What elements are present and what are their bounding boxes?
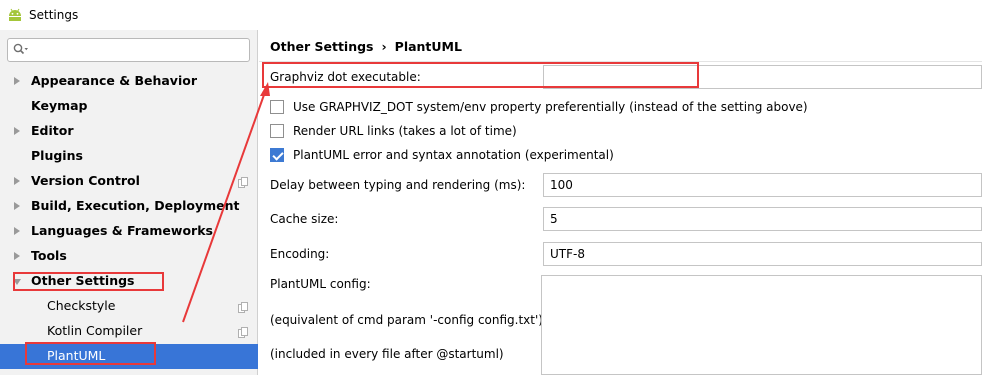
settings-sidebar: Appearance & Behavior Keymap Editor Plug… xyxy=(0,30,258,375)
sidebar-item-languages[interactable]: Languages & Frameworks xyxy=(0,219,258,244)
breadcrumb-parent[interactable]: Other Settings xyxy=(270,39,374,54)
syntax-annotation-checkbox[interactable] xyxy=(270,148,284,162)
expand-arrow-icon[interactable] xyxy=(14,127,20,135)
plantuml-config-label: PlantUML config: xyxy=(270,277,371,291)
expand-arrow-icon[interactable] xyxy=(14,227,20,235)
sidebar-item-label: Tools xyxy=(31,248,67,263)
checkbox-label: PlantUML error and syntax annotation (ex… xyxy=(293,148,614,162)
encoding-label: Encoding: xyxy=(270,247,330,261)
checkbox-label: Render URL links (takes a lot of time) xyxy=(293,124,517,138)
sidebar-item-label: Plugins xyxy=(31,148,83,163)
sidebar-item-label: Kotlin Compiler xyxy=(47,323,143,338)
sidebar-item-keymap[interactable]: Keymap xyxy=(0,94,258,119)
annotation-highlight-plantuml xyxy=(25,342,156,365)
use-env-property-option[interactable]: Use GRAPHVIZ_DOT system/env property pre… xyxy=(270,100,808,114)
config-hint-startuml: (included in every file after @startuml) xyxy=(270,347,504,361)
checkbox-label: Use GRAPHVIZ_DOT system/env property pre… xyxy=(293,100,808,114)
sidebar-item-label: Languages & Frameworks xyxy=(31,223,213,238)
breadcrumb-separator: › xyxy=(381,39,387,54)
sidebar-item-label: Editor xyxy=(31,123,74,138)
sidebar-item-build[interactable]: Build, Execution, Deployment xyxy=(0,194,258,219)
delay-label: Delay between typing and rendering (ms): xyxy=(270,178,526,192)
sidebar-item-label: Appearance & Behavior xyxy=(31,73,197,88)
breadcrumb-current: PlantUML xyxy=(394,39,462,54)
use-env-property-checkbox[interactable] xyxy=(270,100,284,114)
render-url-links-option[interactable]: Render URL links (takes a lot of time) xyxy=(270,124,517,138)
expand-arrow-icon[interactable] xyxy=(14,77,20,85)
copy-icon xyxy=(238,326,248,338)
delay-field[interactable]: 100 xyxy=(543,173,982,197)
sidebar-item-label: Keymap xyxy=(31,98,88,113)
sidebar-item-label: Checkstyle xyxy=(47,298,116,313)
search-field[interactable] xyxy=(7,38,250,62)
window-title: Settings xyxy=(29,8,79,22)
config-hint-cmd: (equivalent of cmd param '-config config… xyxy=(270,313,543,327)
sidebar-item-label: Build, Execution, Deployment xyxy=(31,198,240,213)
sidebar-item-kotlin-compiler[interactable]: Kotlin Compiler xyxy=(0,319,258,344)
syntax-annotation-option[interactable]: PlantUML error and syntax annotation (ex… xyxy=(270,148,614,162)
plantuml-config-textarea[interactable] xyxy=(541,275,982,375)
sidebar-item-version-control[interactable]: Version Control xyxy=(0,169,258,194)
search-input[interactable] xyxy=(32,41,242,59)
cache-size-label: Cache size: xyxy=(270,212,339,226)
expand-arrow-icon[interactable] xyxy=(14,202,20,210)
sidebar-item-plugins[interactable]: Plugins xyxy=(0,144,258,169)
sidebar-item-editor[interactable]: Editor xyxy=(0,119,258,144)
sidebar-item-label: Version Control xyxy=(31,173,140,188)
annotation-highlight-other-settings xyxy=(13,272,164,291)
breadcrumb: Other Settings › PlantUML xyxy=(270,39,462,54)
encoding-field[interactable]: UTF-8 xyxy=(543,242,982,266)
render-url-links-checkbox[interactable] xyxy=(270,124,284,138)
android-icon xyxy=(7,8,23,22)
sidebar-item-tools[interactable]: Tools xyxy=(0,244,258,269)
expand-arrow-icon[interactable] xyxy=(14,252,20,260)
title-bar: Settings xyxy=(0,0,982,30)
copy-icon xyxy=(238,176,248,188)
search-icon[interactable] xyxy=(13,43,29,57)
annotation-highlight-graphviz xyxy=(262,62,699,88)
expand-arrow-icon[interactable] xyxy=(14,177,20,185)
sidebar-item-checkstyle[interactable]: Checkstyle xyxy=(0,294,258,319)
copy-icon xyxy=(238,301,248,313)
cache-size-field[interactable]: 5 xyxy=(543,207,982,231)
sidebar-item-appearance[interactable]: Appearance & Behavior xyxy=(0,69,258,94)
